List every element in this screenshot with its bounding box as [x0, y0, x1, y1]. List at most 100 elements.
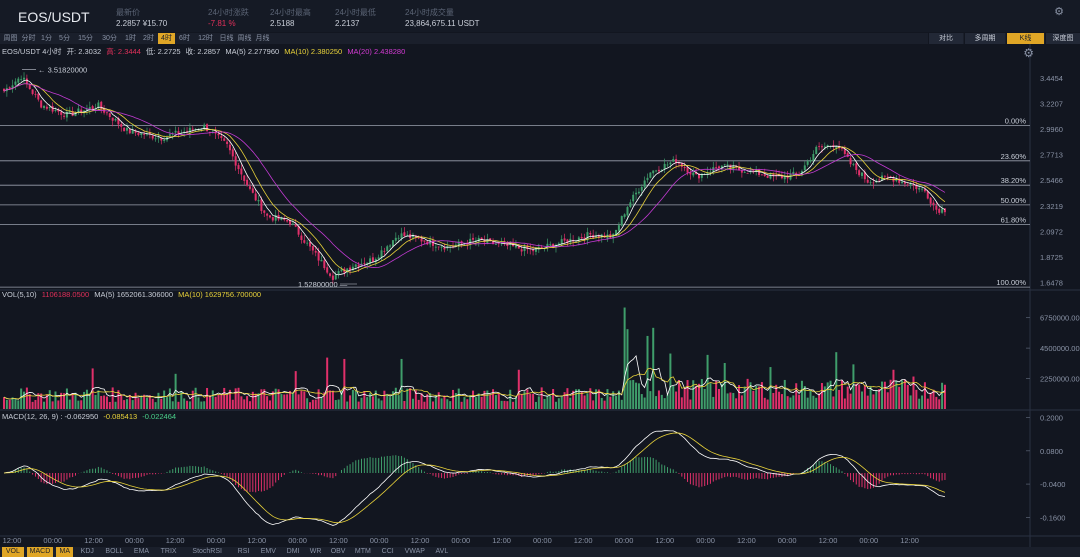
- volume-bar: [248, 401, 251, 409]
- timeframe-1[interactable]: 分时: [20, 33, 37, 44]
- timeframe-11[interactable]: 日线: [218, 33, 235, 44]
- volume-bar: [223, 387, 226, 409]
- indicator-vol[interactable]: VOL: [2, 547, 24, 557]
- candle: [629, 202, 632, 208]
- candle: [417, 237, 420, 239]
- timeframe-7[interactable]: 2时: [140, 33, 157, 44]
- time-axis-tick: 12:00: [3, 536, 22, 545]
- volume-bar: [918, 398, 921, 409]
- candle: [672, 159, 675, 162]
- timeframe-9[interactable]: 6时: [176, 33, 193, 44]
- stat-24h-low: 24小时最低 2.2137: [335, 7, 376, 29]
- volume-bar: [111, 387, 114, 409]
- indicator-mtm[interactable]: MTM: [352, 547, 374, 557]
- volume-bar: [703, 388, 706, 409]
- timeframe-8[interactable]: 4时: [158, 33, 175, 44]
- indicator-avl[interactable]: AVL: [431, 547, 453, 557]
- volume-bar: [123, 400, 126, 409]
- chart-settings-icon[interactable]: ⚙: [1023, 46, 1034, 60]
- indicator-trix[interactable]: TRIX: [155, 547, 181, 557]
- stat-value: 2.2857 ¥15.70: [116, 19, 168, 28]
- volume-bar: [583, 395, 586, 409]
- fib-label: 50.00%: [1001, 196, 1027, 205]
- view-tab-2[interactable]: K线: [1006, 33, 1044, 44]
- view-tab-0[interactable]: 对比: [928, 33, 963, 44]
- volume-bar: [191, 390, 194, 409]
- settings-icon[interactable]: ⚙: [1054, 5, 1064, 18]
- candle: [383, 250, 386, 252]
- macd-axis-tick: -0.0400: [1040, 480, 1065, 489]
- price-axis-tick: 3.4454: [1040, 74, 1063, 83]
- volume-bar: [397, 395, 400, 409]
- indicator-obv[interactable]: OBV: [327, 547, 349, 557]
- candle: [231, 149, 234, 157]
- candle: [760, 174, 763, 176]
- stat-label: 24小时涨跌: [208, 8, 249, 17]
- indicator-stochrsi[interactable]: StochRSI: [185, 547, 230, 557]
- indicator-ma[interactable]: MA: [56, 547, 74, 557]
- volume-bar: [17, 400, 20, 409]
- volume-bar: [640, 394, 643, 409]
- indicator-macd[interactable]: MACD: [26, 547, 54, 557]
- stat-value: 2.5188: [270, 19, 295, 28]
- volume-bar: [666, 394, 669, 409]
- indicator-emv[interactable]: EMV: [257, 547, 279, 557]
- volume-bar: [629, 380, 632, 409]
- timeframe-0[interactable]: 周图: [2, 33, 19, 44]
- volume-bar: [143, 394, 146, 409]
- volume-bar: [300, 390, 303, 409]
- timeframe-2[interactable]: 1分: [38, 33, 55, 44]
- volume-bar: [809, 389, 812, 409]
- timeframe-4[interactable]: 15分: [74, 33, 97, 44]
- candle: [389, 245, 392, 247]
- indicator-rsi[interactable]: RSI: [233, 547, 255, 557]
- candle: [918, 187, 921, 190]
- timeframe-12[interactable]: 周线: [236, 33, 253, 44]
- volume-bar: [560, 395, 563, 409]
- volume-bar: [878, 389, 881, 409]
- fib-label: 61.80%: [1001, 215, 1027, 224]
- volume-bar: [371, 396, 374, 409]
- volume-bar: [171, 401, 174, 409]
- volume-bar: [48, 390, 51, 409]
- indicator-kdj[interactable]: KDJ: [76, 547, 98, 557]
- candle: [337, 271, 340, 274]
- volume-bar: [795, 383, 798, 409]
- candle: [666, 164, 669, 166]
- indicator-dmi[interactable]: DMI: [282, 547, 304, 557]
- ohlc-symbol: EOS/USDT 4小时: [2, 47, 62, 56]
- indicator-wr[interactable]: WR: [307, 547, 324, 557]
- candle: [311, 246, 314, 251]
- fib-label: 23.60%: [1001, 152, 1027, 161]
- candle: [329, 273, 332, 276]
- volume-bar: [677, 380, 680, 409]
- candle: [234, 156, 237, 166]
- ohlc-high: 高: 2.3444: [106, 47, 141, 56]
- view-tab-3[interactable]: 深度图: [1045, 33, 1080, 44]
- volume-bar: [260, 389, 263, 409]
- volume-bar: [246, 396, 249, 409]
- volume-bar: [746, 378, 749, 409]
- timeframe-5[interactable]: 30分: [98, 33, 121, 44]
- indicator-cci[interactable]: CCI: [377, 547, 399, 557]
- volume-bar: [231, 399, 234, 409]
- candle: [271, 217, 274, 221]
- price-axis-tick: 3.2207: [1040, 99, 1063, 108]
- indicator-boll[interactable]: BOLL: [101, 547, 127, 557]
- volume-bar: [463, 397, 466, 409]
- candle: [157, 137, 160, 139]
- indicator-ema[interactable]: EMA: [131, 547, 153, 557]
- candle: [437, 246, 440, 248]
- view-tab-1[interactable]: 多周期: [964, 33, 1005, 44]
- volume-bar: [669, 353, 672, 409]
- timeframe-3[interactable]: 5分: [56, 33, 73, 44]
- indicator-vwap[interactable]: VWAP: [402, 547, 428, 557]
- volume-bar: [166, 397, 169, 409]
- pair-title: EOS/USDT: [18, 9, 90, 25]
- timeframe-6[interactable]: 1时: [122, 33, 139, 44]
- candle: [323, 260, 326, 269]
- volume-bar: [291, 392, 294, 409]
- volume-bar: [177, 401, 180, 409]
- timeframe-10[interactable]: 12时: [194, 33, 217, 44]
- timeframe-13[interactable]: 月线: [254, 33, 271, 44]
